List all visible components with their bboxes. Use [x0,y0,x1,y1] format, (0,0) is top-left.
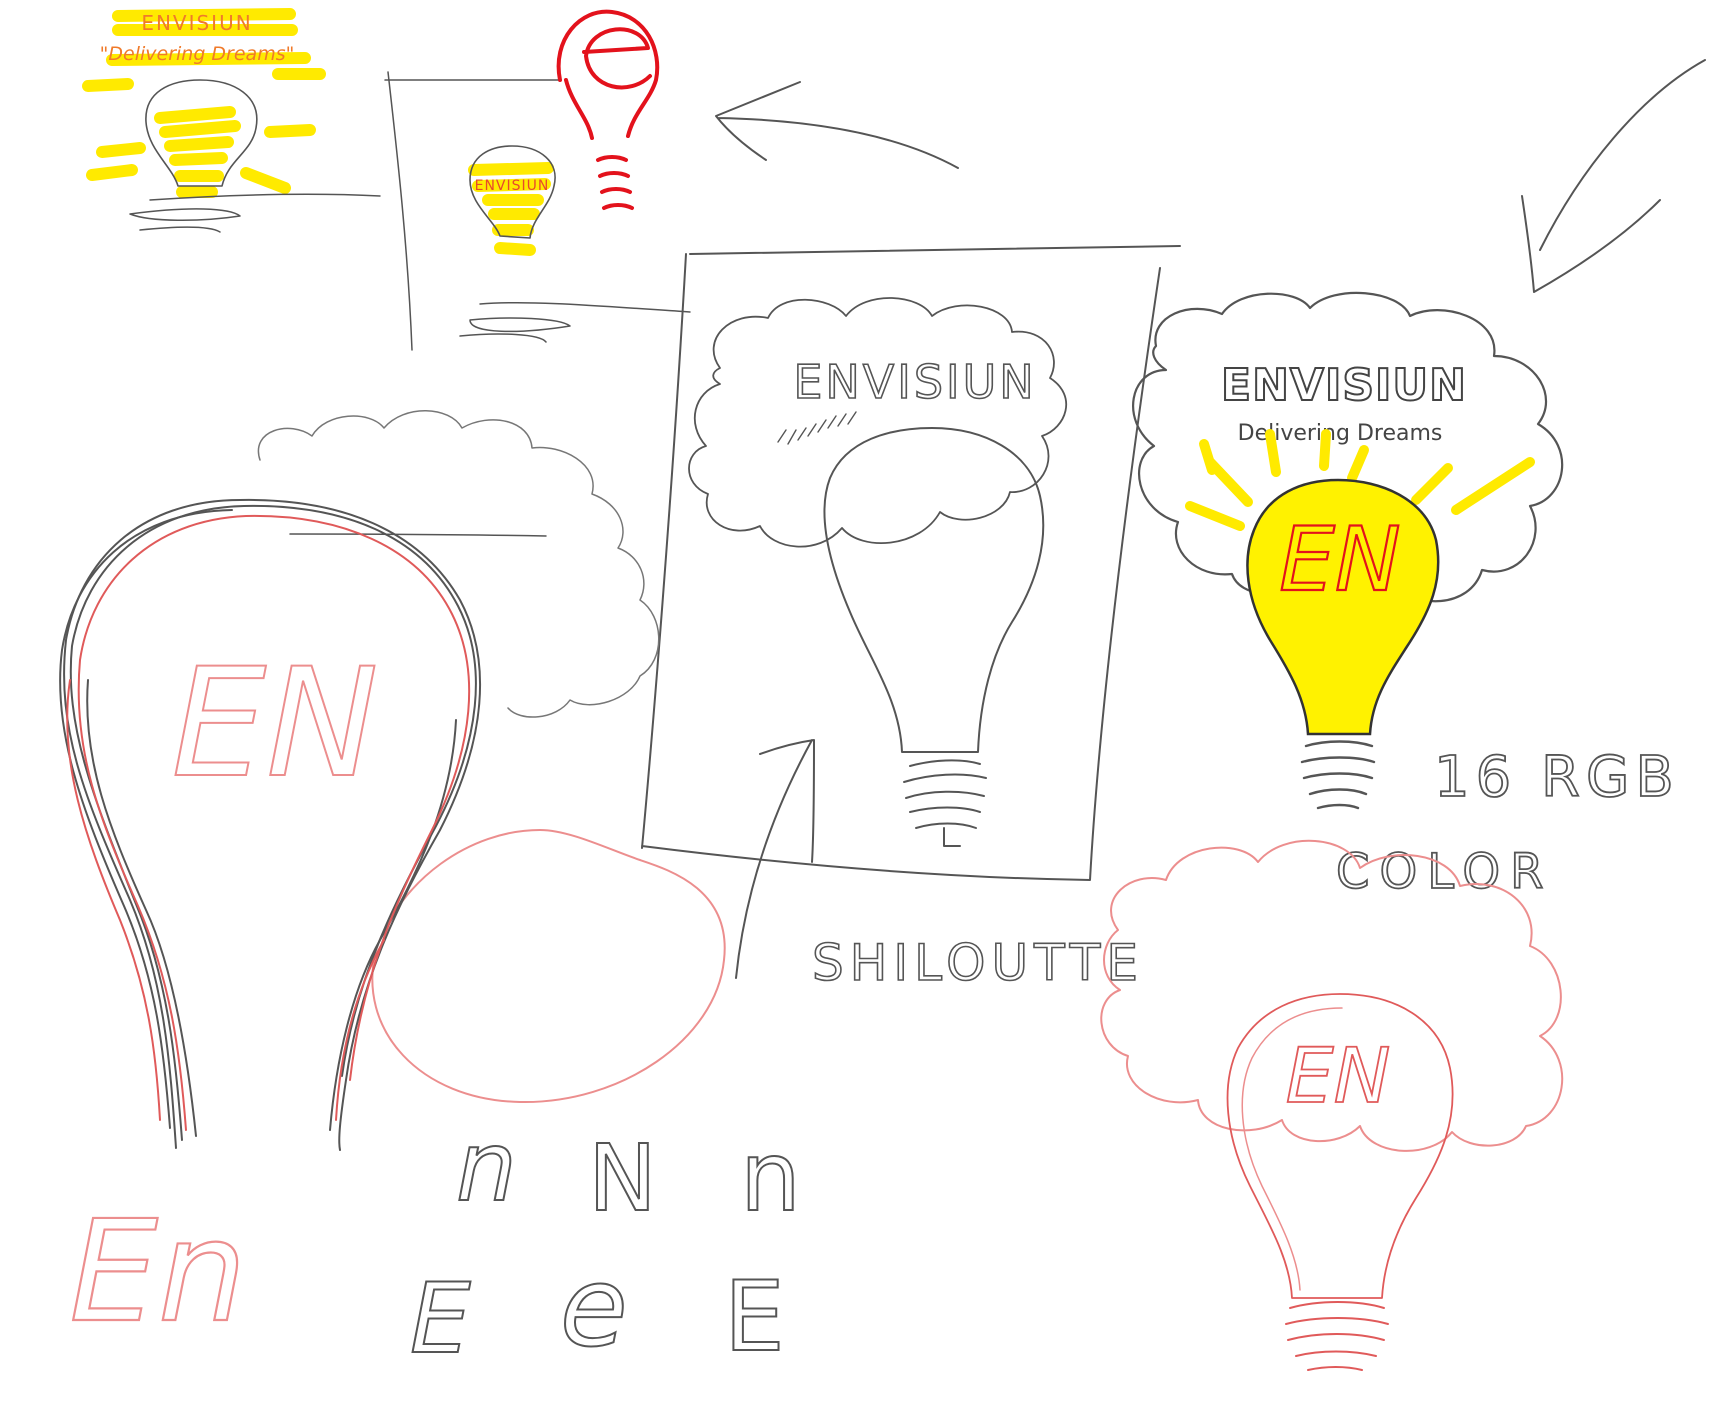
n-variant-2: N [588,1125,657,1232]
thumbnail-brand: ENVISIUN [141,11,252,35]
letter-studies: n N n E e E En [68,1110,802,1376]
sketch-canvas: ENVISIUN "Delivering Dreams" ENVISIUN EN… [59,8,1706,1376]
hatching [777,411,857,445]
lightbulb-outline-red [66,514,471,1131]
red-logo-sketch: EN [1100,839,1564,1371]
big-bulb-sketch: EN [59,410,726,1151]
e-lightbulb-icon [556,9,660,210]
e-variant-2: e [560,1243,628,1371]
lightbulb-icon [59,498,482,1151]
e-variant-3: E [724,1261,785,1373]
n-variant-1: n [456,1111,517,1223]
highlighter-strokes [82,8,326,198]
thumbnail-tagline: "Delivering Dreams" [100,43,295,65]
final-monogram: EN [1279,508,1400,611]
bulb-base [1285,1301,1389,1371]
final-brand: ENVISIUN [1221,360,1467,411]
small-bulb-sketch: ENVISIUN [459,145,691,343]
circle-sketch [371,829,726,1104]
poster-sketch: ENVISIUN [641,245,1181,881]
arrow-down-left-icon [1521,59,1706,293]
red-monogram: EN [1286,1031,1391,1120]
script-mark: En [69,1191,246,1354]
bulb-base [1300,740,1376,810]
final-logo: ENVISIUN Delivering Dreams EN [1132,291,1564,810]
poster-brand: ENVISIUN [793,355,1036,409]
big-monogram: EN [172,637,379,811]
poster-frame [641,245,1181,881]
bulb-base [903,759,987,847]
e-variant-1: E [410,1263,471,1375]
n-variant-3: n [740,1121,801,1233]
color-word-note: COLOR [1336,844,1553,900]
cloud-icon [688,297,1068,548]
swoosh-lines [129,193,381,233]
arrow-left-icon [715,81,959,169]
color-count-note: 16 RGB [1434,745,1680,810]
small-bulb-label: ENVISIUN [475,178,550,194]
thumbnail-sketch: ENVISIUN "Delivering Dreams" [82,8,381,233]
lightbulb-icon [823,427,1045,753]
silhouette-note: SHILOUTTE [812,934,1144,992]
